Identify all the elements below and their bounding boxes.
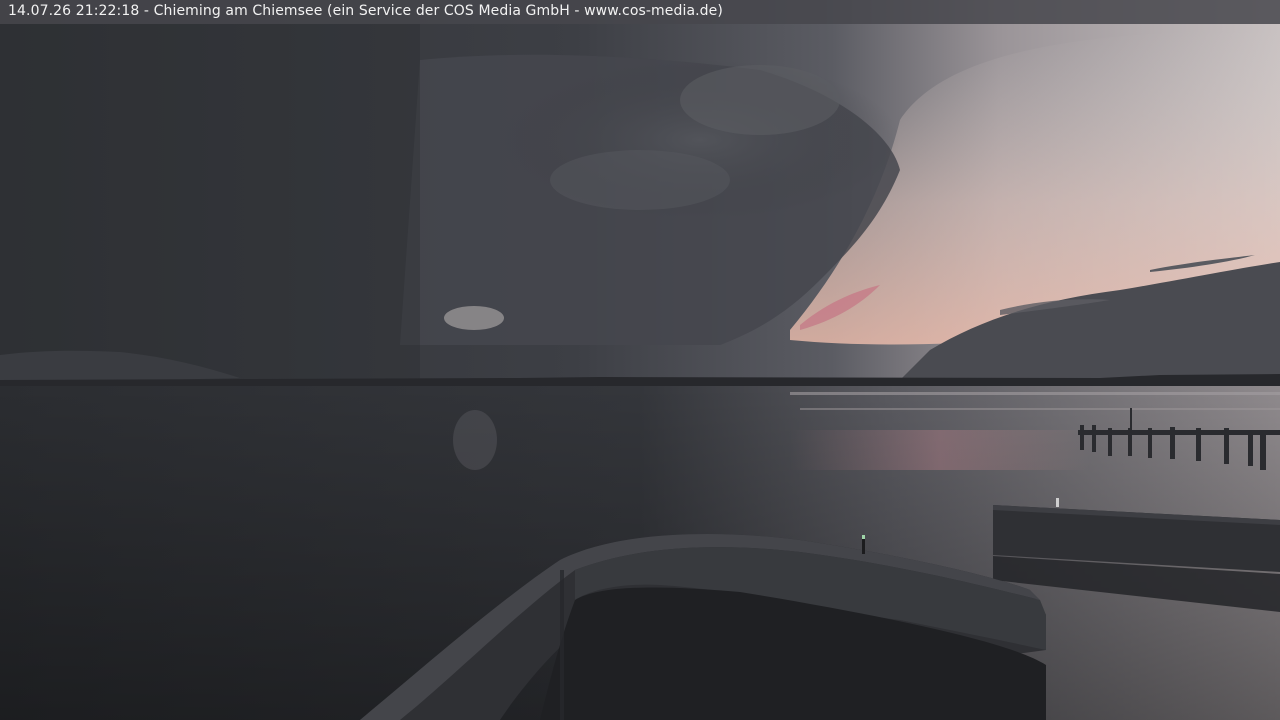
webcam-caption: 14.07.26 21:22:18 - Chieming am Chiemsee… [0, 0, 1280, 24]
webcam-frame: 14.07.26 21:22:18 - Chieming am Chiemsee… [0, 0, 1280, 720]
lake-sunset-photo [0, 0, 1280, 720]
